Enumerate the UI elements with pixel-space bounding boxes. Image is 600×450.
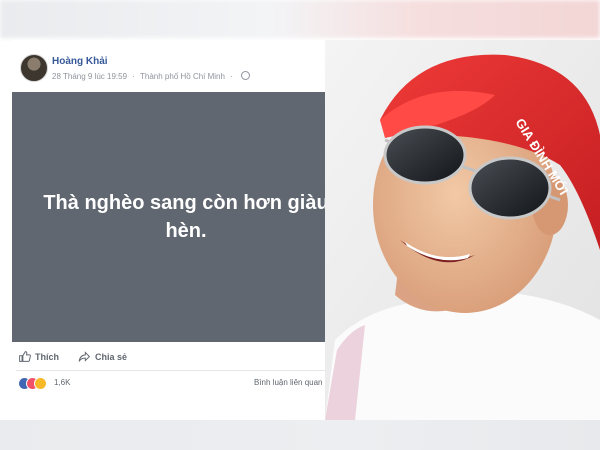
post-date[interactable]: 28 Tháng 9 lúc 19:59 (52, 72, 127, 81)
sunglasses-left-lens (383, 125, 467, 185)
meta-separator: · (230, 72, 233, 81)
divider (16, 370, 356, 371)
post-actions: Thích Chia sẻ (12, 344, 360, 370)
avatar[interactable] (20, 54, 48, 82)
post-header: Hoàng Khải 28 Tháng 9 lúc 19:59 · Thành … (12, 40, 360, 90)
share-button[interactable]: Chia sẻ (78, 350, 127, 363)
reactions-bar: 1,6K Bình luận liên quan nhất (12, 373, 360, 393)
like-button[interactable]: Thích (18, 350, 59, 363)
man-photo: GIA ĐÌNH MỚI (325, 40, 600, 420)
status-text: Thà nghèo sang còn hơn giàu hèn. (43, 192, 329, 242)
post-meta: 28 Tháng 9 lúc 19:59 · Thành phố Hồ Chí … (52, 71, 251, 81)
sunglasses-right-lens (468, 156, 552, 220)
haha-icon (34, 377, 47, 390)
status-background: Thà nghèo sang còn hơn giàu hèn. (12, 92, 360, 342)
thumbs-up-icon (19, 351, 31, 362)
facebook-post: Hoàng Khải 28 Tháng 9 lúc 19:59 · Thành … (12, 40, 360, 396)
like-label: Thích (35, 351, 59, 362)
man-photo-illustration: GIA ĐÌNH MỚI (325, 40, 600, 420)
post-location[interactable]: Thành phố Hồ Chí Minh (140, 72, 225, 81)
globe-icon (241, 71, 251, 80)
author-name[interactable]: Hoàng Khải (52, 56, 108, 67)
blurred-top-band (0, 0, 600, 38)
share-label: Chia sẻ (95, 351, 128, 362)
reaction-icons[interactable] (18, 377, 50, 390)
meta-separator: · (132, 72, 135, 81)
reaction-count[interactable]: 1,6K (54, 378, 70, 387)
blurred-bottom-band (0, 420, 600, 450)
share-icon (78, 351, 91, 362)
